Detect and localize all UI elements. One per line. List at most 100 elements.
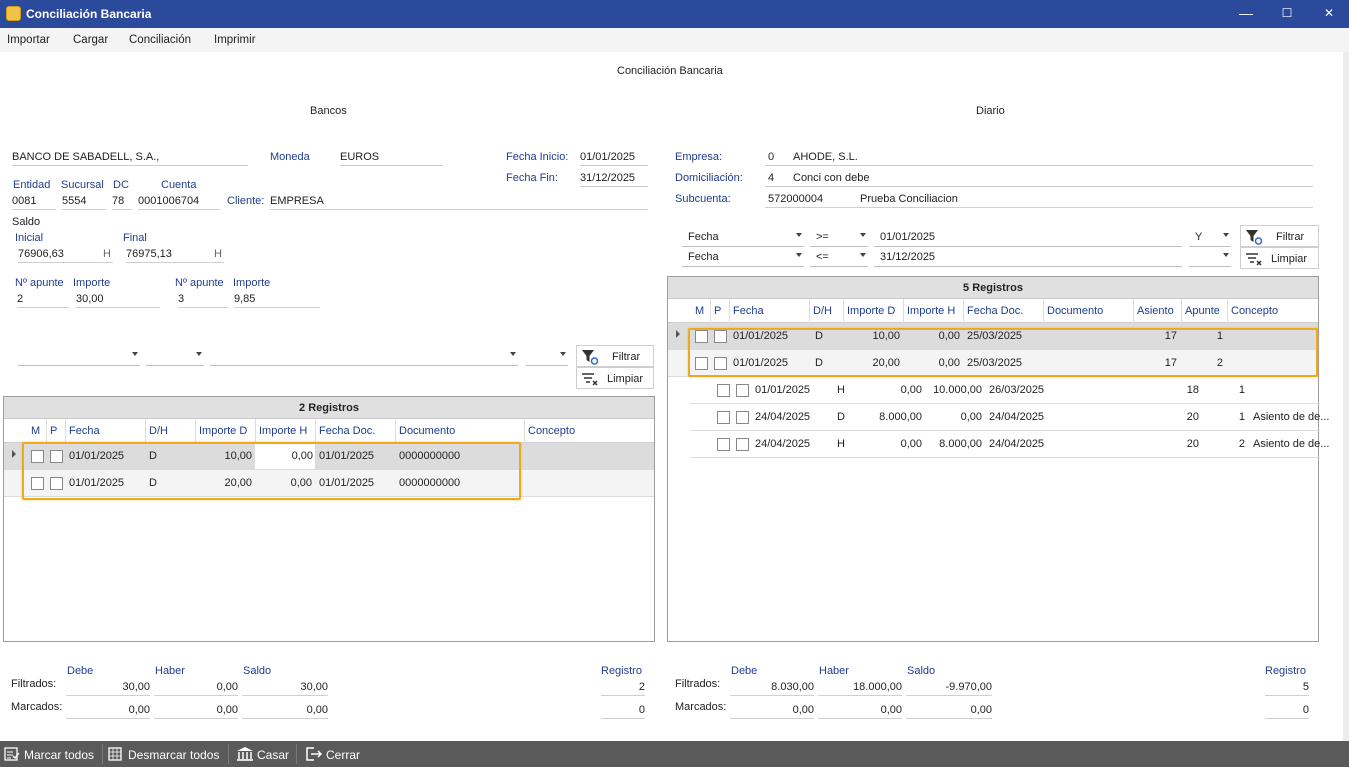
checkbox-p[interactable] [736,411,749,424]
table-row[interactable]: 24/04/2025 D 8.000,00 0,00 24/04/2025 20 1 Asie… [690,404,1329,431]
col-documento[interactable]: Documento [399,425,455,437]
col-fecha-doc[interactable]: Fecha Doc. [967,305,1023,317]
diario-filter1-logic-combo[interactable]: Y [1189,229,1231,247]
menu-conciliacion[interactable]: Conciliación [129,34,191,46]
col-importe-h[interactable]: Importe H [259,425,307,437]
fecha-fin-field[interactable]: 31/12/2025 [580,171,648,187]
checkbox-p[interactable] [736,384,749,397]
subcuenta-field[interactable]: 572000004 Prueba Conciliacion [765,192,1313,208]
bancos-filter-field-combo[interactable] [18,348,140,366]
bancos-limpiar-button[interactable]: Limpiar [576,367,654,389]
importe2-field[interactable]: 9,85 [234,292,320,308]
bancos-filter-op-combo[interactable] [146,348,204,366]
bancos-filtrados-label: Filtrados: [11,678,57,690]
col-p[interactable]: P [714,305,721,317]
menu-importar[interactable]: Importar [7,34,50,46]
cuenta-field[interactable]: 0001006704 [138,194,220,210]
saldo-final-field[interactable]: 76975,13 H [126,247,224,263]
diario-filtrados-debe: 8.030,00 [730,680,814,696]
domiciliacion-field[interactable]: 4 Conci con debe [765,171,1313,187]
cell-asiento: 18 [1186,384,1199,396]
col-apunte[interactable]: Apunte [1185,305,1220,317]
diario-marcados-label: Marcados: [675,701,727,713]
col-fecha[interactable]: Fecha [69,425,100,437]
empresa-code: 0 [768,151,775,163]
fecha-inicio-field[interactable]: 01/01/2025 [580,150,648,166]
checkbox-m[interactable] [717,411,730,424]
diario-limpiar-button[interactable]: Limpiar [1240,247,1319,269]
diario-filtrar-button[interactable]: Filtrar [1240,225,1319,247]
minimize-button[interactable]: — [1226,0,1266,28]
empresa-label: Empresa: [675,151,723,163]
col-importe-d[interactable]: Importe D [847,305,895,317]
entidad-label: Entidad [13,179,51,191]
cerrar-button[interactable]: Cerrar [305,741,365,767]
menu-imprimir[interactable]: Imprimir [214,34,256,46]
casar-button[interactable]: Casar [236,741,292,767]
maximize-button[interactable]: ☐ [1267,0,1307,28]
final-label: Final [123,232,147,244]
subcuenta-label: Subcuenta: [675,193,731,205]
diario-filter1-value-field[interactable]: 01/01/2025 [874,229,1182,247]
diario-registro-label: Registro [1265,665,1306,677]
saldo-inicial-suffix: H [103,248,111,260]
checkbox-m[interactable] [717,384,730,397]
dc-field[interactable]: 78 [112,194,132,210]
cliente-field[interactable]: EMPRESA [270,194,648,210]
col-m[interactable]: M [31,425,40,437]
col-concepto[interactable]: Concepto [528,425,575,437]
diario-filtrados-label: Filtrados: [675,678,721,690]
bancos-section-title: Bancos [310,105,347,117]
table-row[interactable]: 24/04/2025 H 0,00 8.000,00 24/04/2025 20 2 Asie… [690,431,1329,458]
menu-cargar[interactable]: Cargar [73,34,108,46]
cell-asiento: 20 [1186,411,1199,423]
diario-filter2-logic-combo[interactable] [1189,249,1231,267]
napunte2-field[interactable]: 3 [178,292,228,308]
diario-filter2-op-combo[interactable]: <= [810,249,868,267]
col-documento[interactable]: Documento [1047,305,1103,317]
moneda-field[interactable]: EUROS [340,150,443,166]
cell-importe-h: 8.000,00 [939,438,982,450]
col-fecha[interactable]: Fecha [733,305,764,317]
table-row[interactable]: 01/01/2025 H 0,00 10.000,00 26/03/2025 18 1 [690,377,1320,404]
diario-filter1-field-combo[interactable]: Fecha [682,229,804,247]
importe1-field[interactable]: 30,00 [76,292,160,308]
bancos-filter-value-combo[interactable] [210,348,518,366]
saldo-label: Saldo [12,216,41,228]
row-pointer-icon [676,330,680,338]
cell-dh: H [837,384,845,396]
col-dh[interactable]: D/H [149,425,168,437]
filter1-field-value: Fecha [688,231,719,243]
col-dh[interactable]: D/H [813,305,832,317]
cell-fecha-doc: 24/04/2025 [989,411,1045,423]
diario-filtrados-haber: 18.000,00 [818,680,902,696]
cell-apunte: 2 [1238,438,1245,450]
col-m[interactable]: M [695,305,704,317]
col-p[interactable]: P [50,425,57,437]
diario-filter1-op-combo[interactable]: >= [810,229,868,247]
entidad-field[interactable]: 0081 [12,194,56,210]
window-right-edge [1343,52,1349,741]
bancos-filter-logic-combo[interactable] [526,348,568,366]
diario-grid-title: 5 Registros [668,277,1318,299]
napunte1-field[interactable]: 2 [17,292,69,308]
marcar-todos-button[interactable]: Marcar todos [4,741,98,767]
close-window-button[interactable]: ✕ [1309,0,1349,28]
col-importe-h[interactable]: Importe H [907,305,955,317]
col-concepto[interactable]: Concepto [1231,305,1278,317]
saldo-inicial-field[interactable]: 76906,63 H [18,247,113,263]
checkbox-m[interactable] [717,438,730,451]
col-importe-d[interactable]: Importe D [199,425,247,437]
diario-filter2-field-combo[interactable]: Fecha [682,249,804,267]
bancos-filtrar-button[interactable]: Filtrar [576,345,654,367]
checkbox-p[interactable] [736,438,749,451]
desmarcar-todos-button[interactable]: Desmarcar todos [108,741,222,767]
col-fecha-doc[interactable]: Fecha Doc. [319,425,375,437]
bank-name-field[interactable]: BANCO DE SABADELL, S.A., [12,150,248,166]
bancos-grid-header: M P Fecha D/H Importe D Importe H Fecha … [4,419,654,443]
empresa-field[interactable]: 0 AHODE, S.L. [765,150,1313,166]
sucursal-field[interactable]: 5554 [62,194,106,210]
diario-filter2-value-field[interactable]: 31/12/2025 [874,249,1182,267]
cell-fecha: 24/04/2025 [755,411,811,423]
col-asiento[interactable]: Asiento [1137,305,1174,317]
